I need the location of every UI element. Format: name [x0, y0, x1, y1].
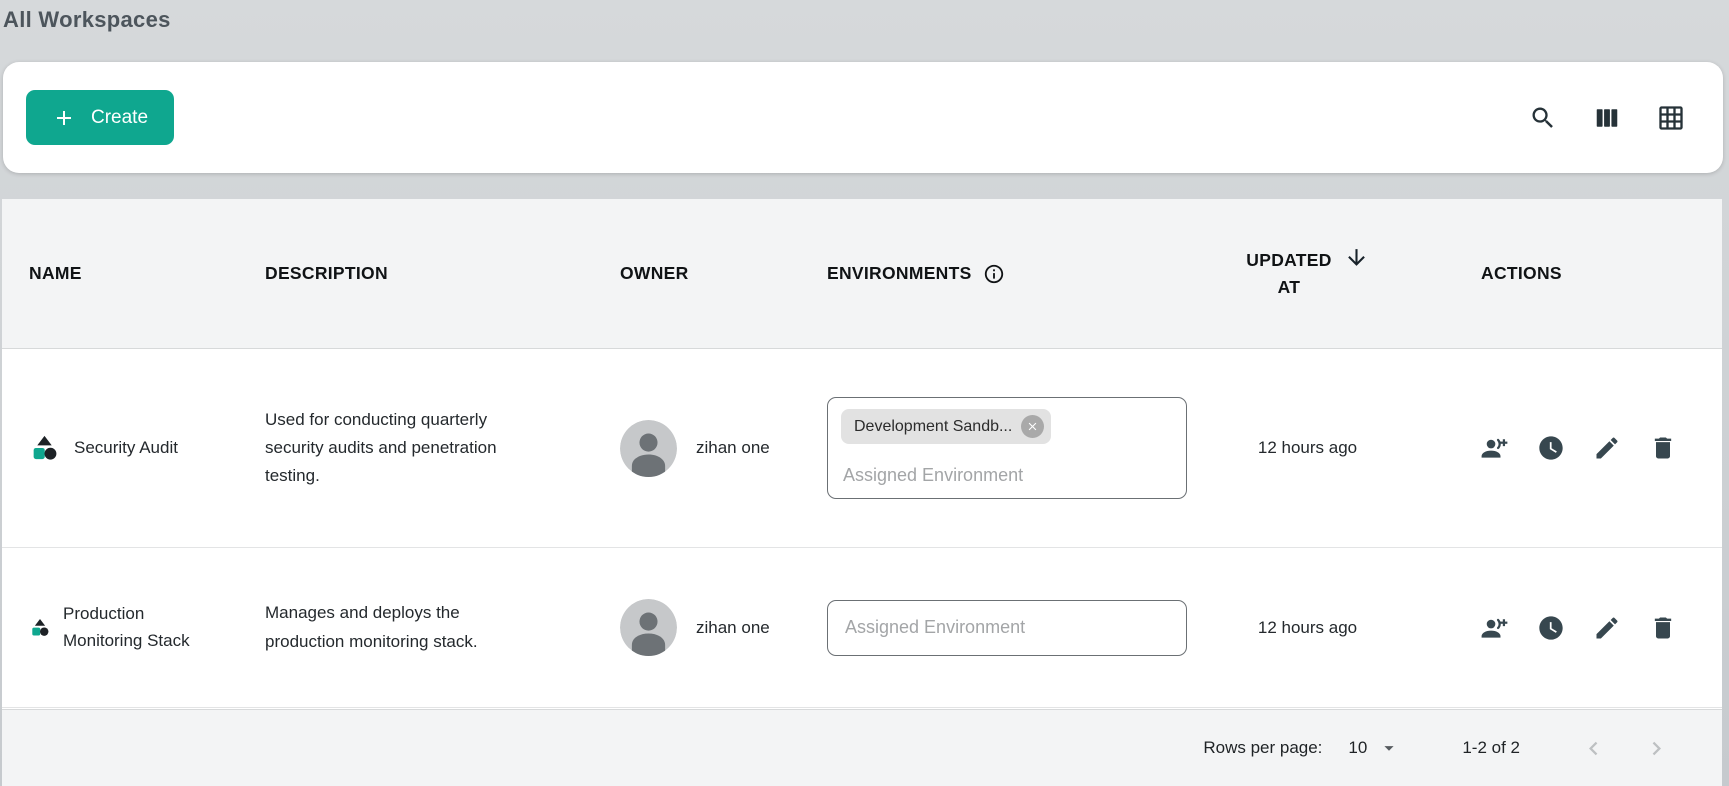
workspace-description-cell: Used for conducting quarterly security a…	[248, 406, 603, 490]
workspace-name: Security Audit	[74, 435, 178, 461]
workspace-description: Used for conducting quarterly security a…	[265, 406, 527, 490]
history-clock-icon[interactable]	[1537, 434, 1565, 462]
environment-placeholder: Assigned Environment	[843, 617, 1025, 638]
workspace-description-cell: Manages and deploys the production monit…	[248, 599, 603, 655]
owner-avatar	[620, 420, 677, 477]
environment-chip-label: Development Sandb...	[854, 418, 1012, 436]
toolbar-icon-group	[1529, 104, 1685, 132]
workspace-logo-icon	[29, 433, 60, 464]
view-columns-icon[interactable]	[1593, 104, 1621, 132]
create-button[interactable]: Create	[26, 90, 174, 145]
environment-chip: Development Sandb...	[841, 409, 1051, 444]
workspace-logo-icon	[29, 617, 51, 639]
owner-cell: zihan one	[603, 420, 810, 477]
header-environments: ENVIRONMENTS	[810, 263, 1195, 285]
environments-cell: Assigned Environment	[810, 600, 1195, 656]
delete-trash-icon[interactable]	[1649, 614, 1677, 642]
updated-at-cell: 12 hours ago	[1195, 618, 1420, 638]
owner-name: zihan one	[696, 438, 770, 458]
plus-icon	[52, 106, 76, 130]
chip-remove-icon[interactable]	[1021, 415, 1044, 438]
workspace-name-cell: Security Audit	[2, 433, 248, 464]
header-updated-line1: UPDATED	[1246, 250, 1331, 271]
caret-down-icon	[1378, 737, 1400, 759]
sort-descending-arrow-icon[interactable]	[1344, 245, 1369, 270]
workspace-description: Manages and deploys the production monit…	[265, 599, 527, 655]
grid-view-icon[interactable]	[1657, 104, 1685, 132]
header-description: DESCRIPTION	[248, 263, 603, 284]
environment-select[interactable]: Development Sandb... Assigned Environmen…	[827, 397, 1187, 499]
rows-per-page-label: Rows per page:	[1203, 738, 1322, 758]
header-actions: ACTIONS	[1420, 263, 1720, 284]
search-icon[interactable]	[1529, 104, 1557, 132]
header-updated-at: UPDATED AT	[1195, 250, 1420, 298]
share-user-add-icon[interactable]	[1481, 434, 1509, 462]
environment-select[interactable]: Assigned Environment	[827, 600, 1187, 656]
updated-at-value: 12 hours ago	[1258, 438, 1357, 458]
owner-name: zihan one	[696, 618, 770, 638]
delete-trash-icon[interactable]	[1649, 434, 1677, 462]
workspace-name: Production Monitoring Stack	[63, 601, 218, 654]
history-clock-icon[interactable]	[1537, 614, 1565, 642]
edit-pencil-icon[interactable]	[1593, 434, 1621, 462]
environment-placeholder: Assigned Environment	[841, 465, 1173, 486]
header-environments-label: ENVIRONMENTS	[827, 263, 972, 284]
pagination-range: 1-2 of 2	[1462, 738, 1520, 758]
toolbar: Create	[3, 62, 1723, 173]
rows-per-page-value: 10	[1348, 738, 1367, 758]
actions-cell	[1420, 434, 1720, 462]
workspaces-table: NAME DESCRIPTION OWNER ENVIRONMENTS UPDA…	[2, 199, 1722, 786]
edit-pencil-icon[interactable]	[1593, 614, 1621, 642]
table-row: Security Audit Used for conducting quart…	[2, 349, 1722, 548]
create-button-label: Create	[91, 107, 148, 129]
owner-avatar	[620, 599, 677, 656]
header-name: NAME	[2, 263, 248, 284]
share-user-add-icon[interactable]	[1481, 614, 1509, 642]
rows-per-page-select[interactable]: 10	[1348, 737, 1400, 759]
table-pagination: Rows per page: 10 1-2 of 2	[2, 709, 1722, 786]
updated-at-cell: 12 hours ago	[1195, 438, 1420, 458]
updated-at-value: 12 hours ago	[1258, 618, 1357, 638]
previous-page-button[interactable]	[1580, 735, 1607, 762]
environments-cell: Development Sandb... Assigned Environmen…	[810, 397, 1195, 499]
header-updated-line2: AT	[1278, 277, 1301, 298]
table-header-row: NAME DESCRIPTION OWNER ENVIRONMENTS UPDA…	[2, 199, 1722, 349]
header-owner: OWNER	[603, 263, 810, 284]
next-page-button[interactable]	[1643, 735, 1670, 762]
workspace-name-cell: Production Monitoring Stack	[2, 601, 248, 654]
info-icon[interactable]	[983, 263, 1005, 285]
actions-cell	[1420, 614, 1720, 642]
page-title: All Workspaces	[0, 0, 1729, 36]
owner-cell: zihan one	[603, 599, 810, 656]
table-row: Production Monitoring Stack Manages and …	[2, 548, 1722, 708]
